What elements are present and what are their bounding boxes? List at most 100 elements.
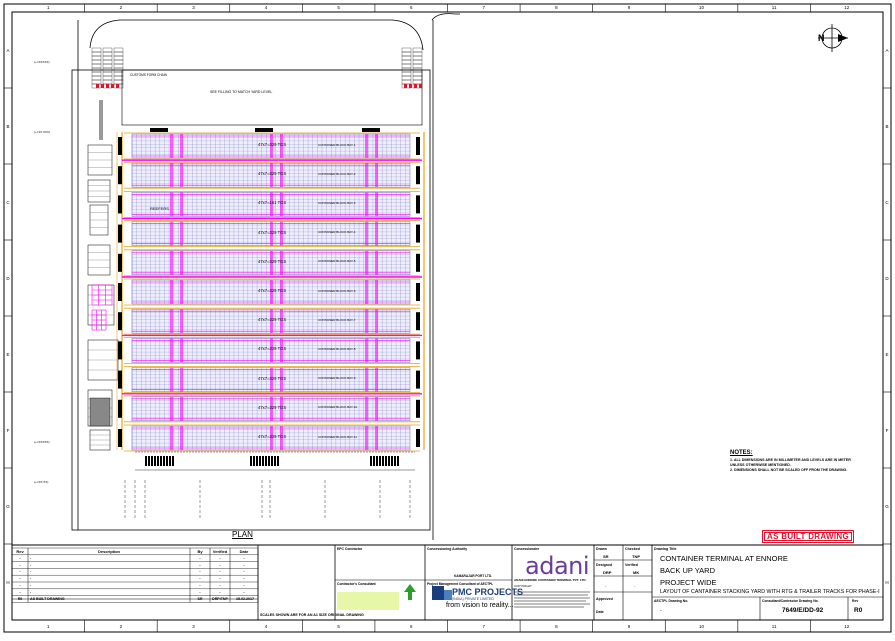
top-label: CUSTOMS FORM CHAIN: [130, 73, 167, 77]
grid-column-label: 11: [772, 5, 777, 10]
grid-column-label: 1: [47, 624, 50, 629]
notes-block: NOTES: 1. ALL DIMENSIONS ARE IN MILLIMET…: [730, 450, 860, 473]
drawing-title-label: Drawing Title: [654, 547, 677, 551]
grid-column-label: 3: [192, 5, 195, 10]
revision-header-cell: Description: [97, 549, 120, 554]
reefer-label: REEFERS: [150, 206, 169, 211]
block-capacity-label: 47x7=329 TGS: [258, 171, 287, 177]
copyright-text-block: [514, 590, 592, 614]
grid-column-label: 12: [844, 624, 850, 629]
grid-row-label: A: [6, 48, 9, 53]
revision-cell: DRP/TNP: [212, 596, 228, 601]
revision-cell: -: [199, 583, 201, 587]
concessioning-authority-label: Concessioning Authority: [427, 547, 468, 551]
epc-contractor-label: EPC Contractor: [337, 547, 363, 551]
grid-row-label: B: [6, 124, 9, 129]
scale-note: SCALES SHOWN ARE FOR AN A1 SIZE ORIGINAL…: [260, 613, 364, 617]
level-tag: (+=1X.XXX): [34, 130, 51, 134]
grid-column-label: 4: [265, 5, 268, 10]
revision-cell: R0: [17, 596, 23, 601]
grid-column-label: 10: [699, 5, 705, 10]
grid-row-label: E: [885, 352, 888, 357]
revision-cell: -: [243, 583, 245, 587]
revision-header-cell: Verified: [212, 549, 228, 554]
revision-cell: -: [30, 569, 32, 574]
revision-cell: -: [199, 569, 201, 574]
rev-value: R0: [854, 607, 863, 614]
checked-value: TNP: [632, 554, 640, 559]
pmc-tagline: from vision to reality...: [446, 602, 514, 609]
drawing-sheet: 1 1 2 2 3 3 4 4 5 5 6 6 7 7 8 8 9 9 10 10 11 11 12 12 A A B B C C D D E E…: [0, 0, 895, 636]
drawn-label: Drawn: [596, 547, 607, 551]
block-capacity-label: 47x7=329 TGS: [258, 229, 287, 235]
grid-row-label: G: [885, 504, 889, 509]
grid-column-label: 9: [628, 5, 631, 10]
block-bay-label: CONTAINER BLOCK BAY-9: [318, 376, 356, 381]
grid-row-label: C: [6, 200, 10, 205]
consultant-drawing-label: Consultant/Contractor Drawing No.: [762, 599, 819, 603]
parking-top-left: [91, 47, 124, 89]
grid-row-label: D: [6, 276, 10, 281]
grid-row-label: G: [6, 504, 10, 509]
grid-column-label: 10: [699, 624, 705, 629]
revision-cell: -: [199, 555, 201, 560]
designed-label: Designed: [596, 563, 613, 567]
block-bay-label: CONTAINER BLOCK BAY-4: [318, 230, 356, 235]
bottom-gridline-markers: [124, 480, 411, 520]
block-capacity-label: 47x7=329 TGS: [258, 434, 287, 439]
revision-header-cell: Date: [239, 549, 249, 554]
right-road-curve: [431, 13, 460, 21]
adani-logo: adani: [525, 552, 590, 580]
grid-column-label: 9: [628, 624, 631, 629]
grid-column-label: 11: [772, 624, 777, 629]
revision-cell: -: [243, 569, 245, 574]
pmc-logo-text: PMC PROJECTS: [452, 587, 524, 597]
revision-cell: -: [30, 583, 32, 587]
title-line-1: CONTAINER TERMINAL AT ENNORE: [660, 554, 788, 563]
block-bay-label: CONTAINER BLOCK BAY-5: [318, 259, 356, 264]
date-label: Date: [596, 610, 604, 614]
block-capacity-label: 47x7=329 TGS: [258, 288, 287, 293]
revision-header-cell: Rev: [16, 549, 24, 554]
block-bay-label: CONTAINER BLOCK BAY-2: [318, 171, 356, 176]
revision-cell: -: [30, 576, 32, 581]
revision-cell: -: [219, 555, 221, 560]
grid-column-label: 7: [483, 5, 486, 10]
grid-row-label: F: [7, 428, 10, 433]
grid-column-label: 6: [410, 5, 413, 10]
block-capacity-label: 47x7=329 TGS: [258, 317, 287, 323]
grid-column-label: 6: [410, 624, 413, 629]
revision-cell: SR: [197, 596, 203, 601]
revision-cell: -: [243, 562, 245, 567]
pmc-logo-icon: [432, 586, 452, 600]
revision-cell: -: [30, 555, 32, 560]
as-built-stamp: AS BUILT DRAWING: [762, 530, 854, 543]
pmc-consultant-label: Project Management Consultant of AECTPL: [427, 582, 494, 586]
block-capacity-label: 47x7=329 TGS: [258, 258, 287, 264]
rev-label: Rev: [852, 599, 859, 603]
north-label: N: [818, 33, 825, 43]
grid-column-label: 7: [483, 624, 486, 629]
revision-cell: -: [219, 576, 221, 581]
revision-cell: -: [19, 555, 21, 560]
block-capacity-label: 47x7=329 TGS: [258, 346, 287, 352]
grid-column-label: 2: [120, 5, 123, 10]
notes-title: NOTES:: [730, 450, 753, 456]
title-line-4: LAYOUT OF CANTAINER STACKING YARD WITH R…: [660, 589, 880, 595]
level-tag: (+=XXXXX): [34, 60, 50, 64]
concessioning-authority-name: KAMARAJAR PORT LTD.: [454, 574, 493, 578]
revision-cell: -: [19, 576, 21, 581]
aectpl-drawing-value: -: [660, 608, 662, 614]
level-tag: (+=XXXXX): [34, 440, 50, 444]
block-capacity-label: 47x7=329 TGS: [258, 142, 287, 147]
block-bay-label: CONTAINER BLOCK BAY-3: [318, 200, 356, 205]
grid-row-label: E: [6, 352, 9, 357]
filling-area: [121, 69, 423, 126]
grid-row-label: H: [885, 580, 888, 585]
drawing-canvas: 112233445566778899101011111212A AB BC CD DE E…: [3, 3, 892, 633]
block-bay-label: CONTAINER BLOCK BAY-11: [318, 434, 357, 439]
revision-cell: -: [30, 589, 32, 594]
plan-label: PLAN: [232, 530, 253, 539]
revision-cell: AS BUILT DRAWING: [30, 596, 65, 601]
approved-dash: -: [634, 583, 636, 588]
